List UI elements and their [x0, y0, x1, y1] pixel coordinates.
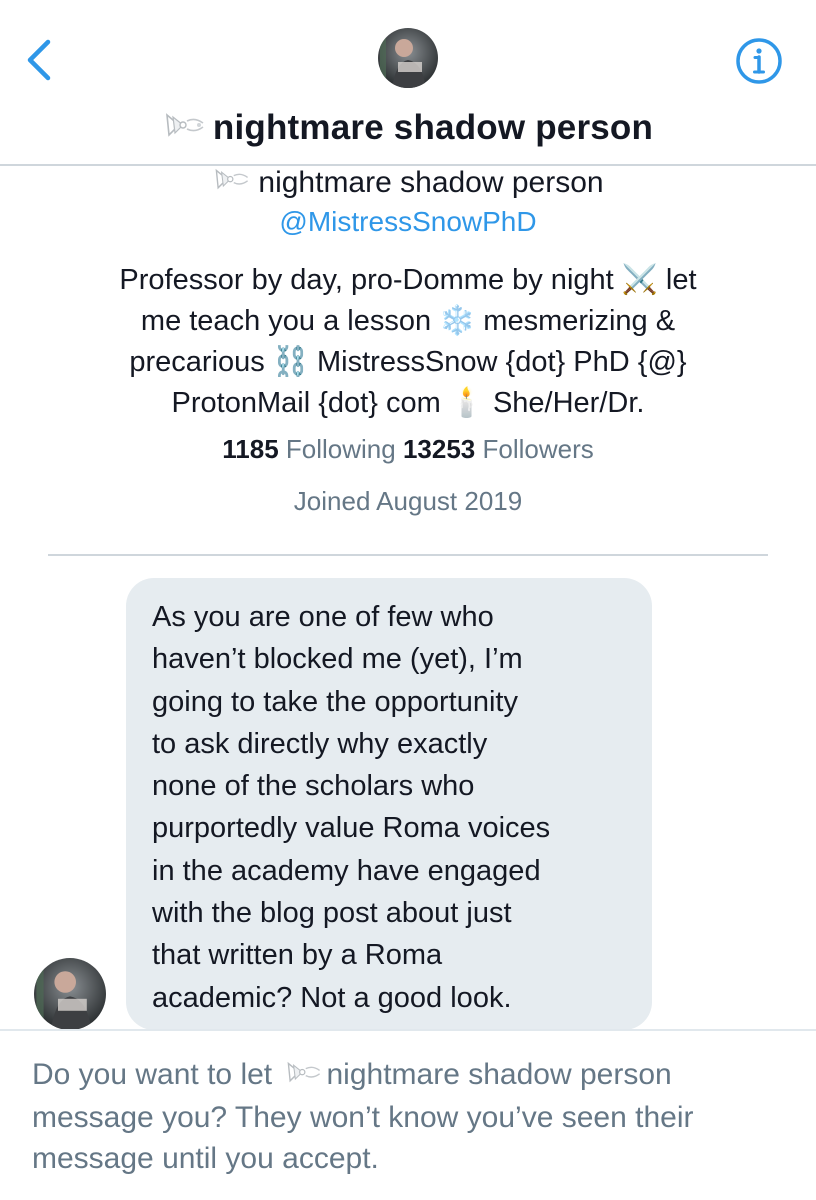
avatar-photo: [378, 28, 438, 88]
message-line: As you are one of few who: [152, 601, 494, 633]
conversation-title-text: nightmare shadow person: [212, 108, 654, 147]
joined-date: Joined August 2019: [293, 486, 523, 516]
profile-bio: Professor by day, pro-Domme by night ⚔️ …: [60, 260, 756, 424]
profile-name[interactable]: nightmare shadow person: [0, 166, 816, 201]
message-line: to ask directly why exactly: [152, 727, 488, 760]
message-line: haven’t blocked me (yet), I’m: [152, 643, 523, 676]
message-line: in the academy have engaged: [152, 854, 541, 887]
message-request-prompt: Do you want to let nightmare shadow pers…: [32, 1054, 792, 1179]
followers-label: Followers: [482, 434, 594, 464]
message-bubble[interactable]: As you are one of few who haven’t blocke…: [126, 578, 652, 1030]
bio-line: Professor by day, pro-Domme by night ⚔️ …: [119, 264, 697, 296]
message-text: As you are one of few who haven’t blocke…: [152, 596, 642, 1019]
conversation-header: nightmare shadow person: [0, 0, 816, 168]
avatar-photo: [34, 958, 106, 1030]
info-circle-icon: [736, 38, 782, 84]
info-button[interactable]: [734, 36, 784, 86]
message-line: that written by a Roma: [152, 939, 443, 972]
message-line: purportedly value Roma voices: [152, 812, 551, 845]
prompt-line: message until you accept.: [32, 1141, 379, 1175]
message-line: with the blog post about just: [152, 897, 512, 930]
followers-link[interactable]: 13253 Followers: [403, 434, 594, 464]
ribbon-emoji-icon: [212, 167, 252, 201]
chevron-left-icon: [27, 39, 51, 81]
section-divider: [48, 554, 768, 556]
ribbon-emoji-icon: [163, 110, 207, 150]
following-count: 1185: [222, 434, 279, 464]
message-line: going to take the opportunity: [152, 685, 518, 718]
prompt-prefix: Do you want to let: [32, 1058, 273, 1091]
profile-stats: 1185 Following 13253 Followers: [0, 434, 816, 465]
prompt-name: nightmare shadow person: [326, 1058, 672, 1091]
message-line: none of the scholars who: [152, 770, 475, 803]
bio-line: precarious ⛓️ MistressSnow {dot} PhD {@}: [129, 346, 687, 378]
ribbon-emoji-icon: [284, 1056, 324, 1097]
bio-line: ProtonMail {dot} com 🕯️ She/Her/Dr.: [171, 387, 645, 419]
profile-name-text: nightmare shadow person: [258, 166, 604, 199]
message-line: academic? Not a good look.: [152, 981, 512, 1014]
prompt-line: Do you want to let nightmare shadow pers…: [32, 1054, 792, 1097]
following-label: Following: [285, 434, 396, 464]
profile-handle[interactable]: @MistressSnowPhD: [0, 206, 816, 238]
sender-avatar[interactable]: [34, 958, 106, 1030]
conversation-title: nightmare shadow person: [0, 108, 816, 150]
avatar[interactable]: [378, 28, 438, 88]
following-link[interactable]: 1185 Following: [222, 434, 395, 464]
back-button[interactable]: [22, 36, 58, 84]
request-divider: [0, 1029, 816, 1031]
bio-line: me teach you a lesson ❄️ mesmerizing &: [140, 305, 676, 337]
prompt-line: message you? They won’t know you’ve seen…: [32, 1100, 694, 1134]
followers-count: 13253: [402, 434, 476, 464]
